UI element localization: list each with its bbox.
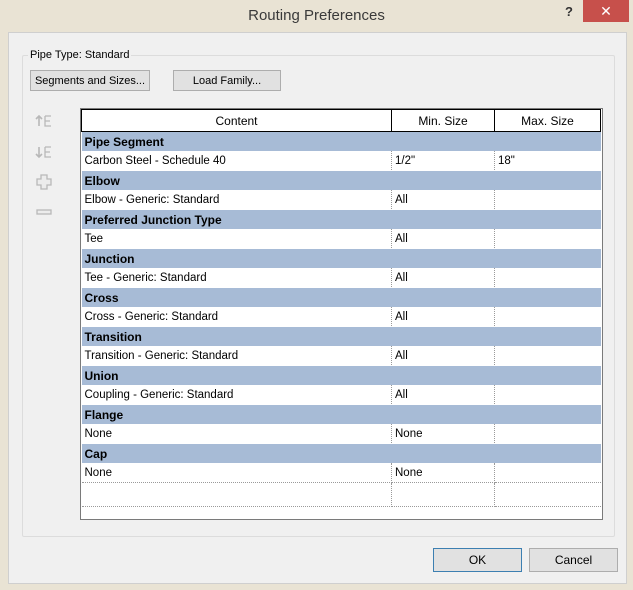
max-size-cell[interactable] — [494, 307, 601, 327]
group-label: Preferred Junction Type — [81, 209, 601, 229]
min-size-cell[interactable]: None — [391, 424, 495, 444]
max-size-cell[interactable] — [494, 268, 601, 288]
max-size-cell[interactable] — [494, 385, 601, 405]
group-row-union: Union — [81, 365, 601, 385]
table-row[interactable]: Transition - Generic: Standard All — [81, 346, 601, 366]
empty-row[interactable] — [81, 482, 601, 507]
group-row-flange: Flange — [81, 404, 601, 424]
content-cell[interactable]: Tee — [81, 229, 392, 249]
content-cell[interactable]: None — [81, 424, 392, 444]
content-cell[interactable]: Transition - Generic: Standard — [81, 346, 392, 366]
content-cell[interactable]: Elbow - Generic: Standard — [81, 190, 392, 210]
content-cell[interactable]: Tee - Generic: Standard — [81, 268, 392, 288]
column-header-content[interactable]: Content — [81, 109, 392, 132]
empty-cell[interactable] — [494, 482, 601, 507]
table-row[interactable]: Cross - Generic: Standard All — [81, 307, 601, 327]
table-row[interactable]: Tee All — [81, 229, 601, 249]
window-title: Routing Preferences — [248, 7, 385, 24]
group-label: Junction — [81, 248, 601, 268]
group-row-cap: Cap — [81, 443, 601, 463]
table-row[interactable]: Tee - Generic: Standard All — [81, 268, 601, 288]
table-row[interactable]: None None — [81, 424, 601, 444]
help-button[interactable]: ? — [558, 2, 580, 22]
table-header-row: Content Min. Size Max. Size — [81, 109, 601, 132]
table-row[interactable]: Elbow - Generic: Standard All — [81, 190, 601, 210]
group-label: Transition — [81, 326, 601, 346]
group-row-preferred-junction-type: Preferred Junction Type — [81, 209, 601, 229]
max-size-cell[interactable] — [494, 424, 601, 444]
max-size-cell[interactable]: 18" — [494, 151, 601, 171]
max-size-cell[interactable] — [494, 346, 601, 366]
routing-preferences-dialog: Routing Preferences ? ✕ Pipe Type: Stand… — [0, 0, 633, 590]
min-size-cell[interactable]: All — [391, 190, 495, 210]
content-cell[interactable]: Carbon Steel - Schedule 40 — [81, 151, 392, 171]
column-header-max-size[interactable]: Max. Size — [494, 109, 601, 132]
min-size-cell[interactable]: None — [391, 463, 495, 483]
segments-and-sizes-button[interactable]: Segments and Sizes... — [30, 70, 150, 91]
group-label: Flange — [81, 404, 601, 424]
empty-cell[interactable] — [81, 482, 392, 507]
min-size-cell[interactable]: 1/2" — [391, 151, 495, 171]
min-size-cell[interactable]: All — [391, 385, 495, 405]
move-down-icon[interactable] — [35, 143, 53, 161]
table-row[interactable]: Carbon Steel - Schedule 40 1/2" 18" — [81, 151, 601, 171]
column-header-min-size[interactable]: Min. Size — [391, 109, 495, 132]
max-size-cell[interactable] — [494, 463, 601, 483]
routing-preferences-grid: Content Min. Size Max. Size Pipe Segment… — [80, 108, 603, 520]
content-cell[interactable]: None — [81, 463, 392, 483]
add-row-icon[interactable] — [35, 173, 53, 191]
group-row-cross: Cross — [81, 287, 601, 307]
title-bar: Routing Preferences ? ✕ — [0, 0, 633, 32]
max-size-cell[interactable] — [494, 190, 601, 210]
routing-table: Content Min. Size Max. Size Pipe Segment… — [81, 109, 601, 507]
pipe-type-label: Pipe Type: Standard — [28, 49, 132, 61]
group-row-pipe-segment: Pipe Segment — [81, 131, 601, 151]
group-label: Cap — [81, 443, 601, 463]
group-label: Elbow — [81, 170, 601, 190]
group-row-transition: Transition — [81, 326, 601, 346]
close-button[interactable]: ✕ — [583, 0, 629, 22]
group-label: Cross — [81, 287, 601, 307]
content-cell[interactable]: Cross - Generic: Standard — [81, 307, 392, 327]
group-row-elbow: Elbow — [81, 170, 601, 190]
ok-button[interactable]: OK — [433, 548, 522, 572]
group-label: Union — [81, 365, 601, 385]
content-cell[interactable]: Coupling - Generic: Standard — [81, 385, 392, 405]
min-size-cell[interactable]: All — [391, 346, 495, 366]
cancel-button[interactable]: Cancel — [529, 548, 618, 572]
max-size-cell[interactable] — [494, 229, 601, 249]
remove-row-icon[interactable] — [35, 203, 53, 221]
table-row[interactable]: None None — [81, 463, 601, 483]
min-size-cell[interactable]: All — [391, 307, 495, 327]
min-size-cell[interactable]: All — [391, 268, 495, 288]
group-row-junction: Junction — [81, 248, 601, 268]
load-family-button[interactable]: Load Family... — [173, 70, 281, 91]
min-size-cell[interactable]: All — [391, 229, 495, 249]
move-up-icon[interactable] — [35, 112, 53, 130]
empty-cell[interactable] — [391, 482, 495, 507]
dialog-client-area: Pipe Type: Standard Segments and Sizes..… — [8, 32, 627, 584]
group-label: Pipe Segment — [81, 131, 601, 151]
table-row[interactable]: Coupling - Generic: Standard All — [81, 385, 601, 405]
